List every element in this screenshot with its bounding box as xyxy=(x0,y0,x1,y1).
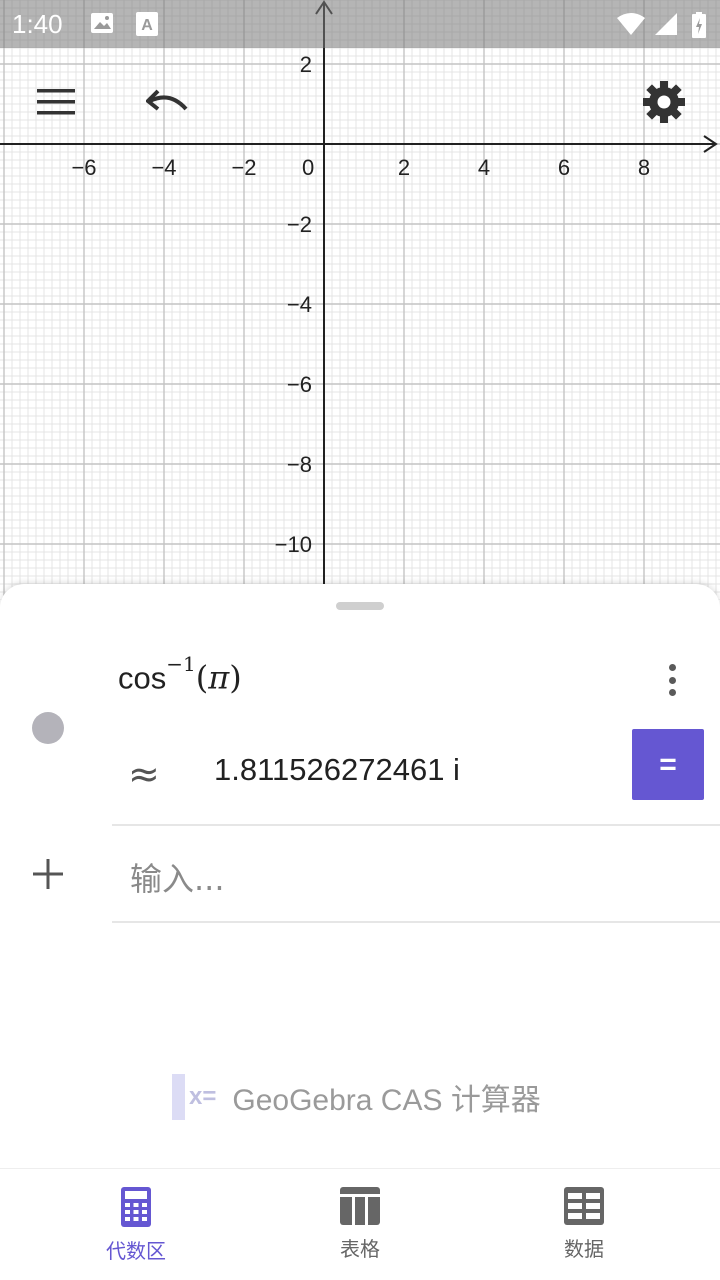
table-icon xyxy=(340,1187,380,1229)
graph-svg[interactable]: −6 −4 −2 0 2 4 6 8 2 −2 −4 −6 −8 −10 xyxy=(0,0,720,600)
more-vert-icon-dot xyxy=(668,676,676,684)
approx-symbol: ≈ xyxy=(128,752,160,796)
more-options-button[interactable] xyxy=(656,662,688,698)
app-brand: x= GeoGebra CAS 计算器 xyxy=(172,1074,541,1120)
battery-charging-icon xyxy=(692,12,706,42)
x-tick-label: −4 xyxy=(151,155,176,180)
settings-button[interactable] xyxy=(632,72,696,136)
x-tick-label: 2 xyxy=(398,155,410,180)
graphing-canvas[interactable]: −6 −4 −2 0 2 4 6 8 2 −2 −4 −6 −8 −10 xyxy=(0,0,720,600)
y-tick-label: −6 xyxy=(287,372,312,397)
tab-data[interactable]: 数据 xyxy=(514,1187,654,1267)
tab-algebra-label: 代数区 xyxy=(106,1239,166,1263)
output-value: 1.811526272461 i xyxy=(214,752,460,787)
font-icon: A xyxy=(136,12,158,40)
drag-handle[interactable] xyxy=(336,602,384,610)
gear-icon xyxy=(643,81,685,127)
y-tick-label: −10 xyxy=(275,532,312,557)
paren-open: ( xyxy=(195,658,209,697)
signal-icon xyxy=(654,12,678,40)
more-vert-icon-dot xyxy=(668,689,676,696)
y-tick-label: −2 xyxy=(287,212,312,237)
x-tick-label: 0 xyxy=(302,155,314,180)
undo-icon xyxy=(145,87,190,121)
function-exponent: −1 xyxy=(166,652,196,676)
add-entry-button[interactable] xyxy=(30,856,66,892)
tab-table[interactable]: 表格 xyxy=(290,1187,430,1267)
brand-logo-icon: x= xyxy=(189,1083,217,1110)
svg-text:A: A xyxy=(141,17,153,34)
x-tick-label: 4 xyxy=(478,155,490,180)
divider xyxy=(112,921,720,923)
y-tick-label: −4 xyxy=(287,292,312,317)
toggle-exact-button[interactable]: = xyxy=(632,729,704,800)
status-bar: 1:40 A xyxy=(0,0,720,48)
equals-icon: = xyxy=(659,747,677,781)
divider xyxy=(112,824,720,826)
y-tick-label: −8 xyxy=(287,452,312,477)
algebra-panel: cos−1(π) ≈ 1.811526272461 i = 输入... x= G… xyxy=(0,584,720,1168)
algebra-input-field[interactable]: 输入... xyxy=(130,854,225,900)
brand-name: GeoGebra CAS 计算器 xyxy=(232,1084,541,1117)
image-icon xyxy=(90,12,114,38)
plus-icon xyxy=(33,859,63,889)
x-tick-label: −2 xyxy=(231,155,256,180)
bottom-navigation: 代数区 表格 数据 xyxy=(0,1168,720,1280)
tab-algebra[interactable]: 代数区 xyxy=(66,1187,206,1267)
tab-table-label: 表格 xyxy=(340,1237,380,1261)
x-tick-label: −6 xyxy=(71,155,96,180)
function-name: cos xyxy=(118,660,167,696)
paren-close: ) xyxy=(229,658,242,697)
status-time: 1:40 xyxy=(12,9,63,39)
undo-button[interactable] xyxy=(136,72,200,136)
algebra-input-expression[interactable]: cos−1(π) xyxy=(118,652,242,697)
function-argument: π xyxy=(208,658,230,697)
menu-button[interactable] xyxy=(24,72,88,136)
wifi-icon xyxy=(616,12,646,40)
hamburger-menu-icon xyxy=(37,88,75,120)
x-tick-label: 8 xyxy=(638,155,650,180)
tab-data-label: 数据 xyxy=(564,1237,604,1261)
calculator-icon xyxy=(121,1187,151,1231)
more-vert-icon-dot xyxy=(668,664,676,671)
brand-cursor-icon xyxy=(172,1074,185,1120)
y-tick-label: 2 xyxy=(300,52,312,77)
spreadsheet-icon xyxy=(564,1187,604,1229)
x-tick-label: 6 xyxy=(558,155,570,180)
visibility-toggle[interactable] xyxy=(32,712,64,744)
